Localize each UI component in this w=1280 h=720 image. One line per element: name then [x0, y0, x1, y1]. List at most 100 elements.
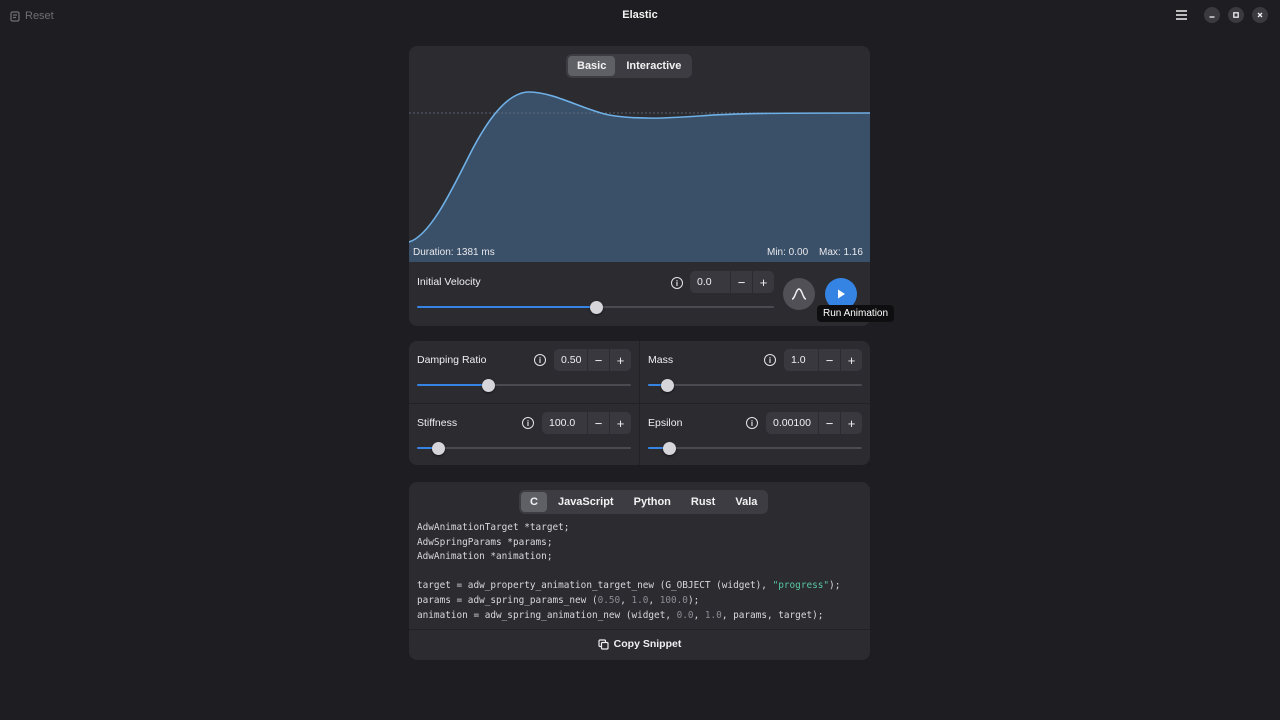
slider-knob[interactable]	[589, 301, 603, 314]
spring-params-card: Damping Ratio i 0.50 − + Mass i 1.0 − + …	[409, 341, 870, 465]
window-controls	[1172, 7, 1268, 23]
minimize-button[interactable]	[1204, 7, 1220, 23]
decrement-button[interactable]: −	[587, 412, 609, 434]
tab-rust[interactable]: Rust	[682, 492, 724, 512]
divider	[409, 403, 870, 404]
bell-curve-icon	[791, 288, 807, 300]
code-text: );	[829, 580, 841, 592]
minimize-icon	[1209, 16, 1215, 18]
code-string: "progress"	[772, 580, 830, 592]
duration-label: Duration: 1381 ms	[413, 247, 495, 258]
slider-knob[interactable]	[432, 442, 446, 455]
tab-python[interactable]: Python	[625, 492, 680, 512]
epsilon-slider[interactable]	[648, 442, 862, 455]
tab-vala[interactable]: Vala	[726, 492, 766, 512]
damping-ratio-label: Damping Ratio	[417, 354, 487, 366]
code-line: animation = adw_spring_animation_new (wi…	[417, 609, 824, 621]
code-number: 100.0	[659, 594, 688, 606]
tab-c[interactable]: C	[521, 492, 547, 512]
curve-preview-button[interactable]	[783, 278, 815, 310]
mass-label: Mass	[648, 354, 674, 366]
initial-velocity-value[interactable]: 0.0	[690, 276, 730, 288]
code-line: AdwAnimationTarget *target;	[417, 522, 570, 533]
code-snippet-card: C JavaScript Python Rust Vala AdwAnimati…	[409, 482, 870, 660]
maximize-button[interactable]	[1228, 7, 1244, 23]
slider-fill	[417, 306, 596, 308]
code-text: animation = adw_spring_animation_new (wi…	[417, 609, 677, 621]
slider-track	[648, 384, 862, 386]
code-line: target = adw_property_animation_target_n…	[417, 579, 840, 594]
run-animation-tooltip: Run Animation	[817, 305, 895, 322]
code-line: AdwAnimation *animation;	[417, 551, 553, 563]
language-switcher: C JavaScript Python Rust Vala	[519, 490, 769, 514]
divider	[409, 629, 870, 630]
min-label: Min: 0.00	[767, 247, 809, 258]
epsilon-label: Epsilon	[648, 417, 683, 429]
code-number: 0.0	[676, 609, 694, 621]
code-text: target = adw_property_animation_target_n…	[417, 580, 773, 592]
code-number: 1.0	[704, 609, 722, 621]
info-icon[interactable]: i	[764, 354, 776, 366]
code-snippet: AdwAnimationTarget *target; AdwSpringPara…	[417, 521, 840, 623]
initial-velocity-label: Initial Velocity	[417, 276, 481, 288]
increment-button[interactable]: +	[609, 349, 631, 371]
graph-mode-switcher: Basic Interactive	[566, 54, 693, 78]
code-text: );	[687, 594, 700, 606]
code-text: params = adw_spring_params_new (	[417, 594, 598, 606]
close-button[interactable]	[1252, 7, 1268, 23]
slider-fill	[417, 384, 488, 386]
main-menu-button[interactable]	[1172, 7, 1190, 23]
mass-slider[interactable]	[648, 379, 862, 392]
code-line: AdwSpringParams *params;	[417, 536, 553, 548]
slider-track	[417, 447, 631, 449]
tab-basic[interactable]: Basic	[568, 56, 616, 76]
stiffness-value[interactable]: 100.0	[542, 417, 587, 429]
damping-ratio-spinbutton[interactable]: 0.50 − +	[554, 349, 631, 371]
code-number: 0.50	[597, 594, 621, 606]
decrement-button[interactable]: −	[818, 349, 840, 371]
initial-velocity-spinbutton[interactable]: 0.0 − +	[690, 271, 774, 293]
header-bar: Reset Elastic	[0, 0, 1280, 30]
tab-javascript[interactable]: JavaScript	[549, 492, 623, 512]
copy-snippet-label: Copy Snippet	[613, 638, 682, 650]
slider-knob[interactable]	[661, 379, 675, 392]
initial-velocity-slider[interactable]	[417, 301, 774, 314]
decrement-button[interactable]: −	[587, 349, 609, 371]
info-icon[interactable]: i	[671, 277, 683, 289]
info-icon[interactable]: i	[522, 417, 534, 429]
increment-button[interactable]: +	[840, 349, 862, 371]
damping-ratio-value[interactable]: 0.50	[554, 354, 587, 366]
maximize-icon	[1233, 12, 1239, 18]
tab-interactive[interactable]: Interactive	[617, 56, 690, 76]
code-text: , params, target);	[721, 609, 824, 621]
graph-card: Basic Interactive Duration: 1381 ms Min:…	[409, 46, 870, 326]
max-label: Max: 1.16	[819, 247, 863, 258]
mass-value[interactable]: 1.0	[784, 354, 818, 366]
close-icon	[1257, 12, 1263, 18]
info-icon[interactable]: i	[746, 417, 758, 429]
stiffness-slider[interactable]	[417, 442, 631, 455]
slider-track	[648, 447, 862, 449]
spring-curve-graph	[409, 91, 870, 262]
increment-button[interactable]: +	[752, 271, 774, 293]
code-line: params = adw_spring_params_new (0.50, 1.…	[417, 594, 700, 606]
epsilon-value[interactable]: 0.00100	[766, 417, 818, 429]
decrement-button[interactable]: −	[730, 271, 752, 293]
slider-knob[interactable]	[663, 442, 677, 455]
increment-button[interactable]: +	[609, 412, 631, 434]
slider-knob[interactable]	[481, 379, 495, 392]
stiffness-spinbutton[interactable]: 100.0 − +	[542, 412, 631, 434]
window-title: Elastic	[622, 9, 658, 21]
damping-ratio-slider[interactable]	[417, 379, 631, 392]
mass-spinbutton[interactable]: 1.0 − +	[784, 349, 862, 371]
decrement-button[interactable]: −	[818, 412, 840, 434]
play-icon	[838, 289, 845, 299]
hamburger-icon	[1175, 10, 1187, 20]
info-icon[interactable]: i	[534, 354, 546, 366]
epsilon-spinbutton[interactable]: 0.00100 − +	[766, 412, 862, 434]
copy-snippet-button[interactable]: Copy Snippet	[409, 638, 870, 650]
increment-button[interactable]: +	[840, 412, 862, 434]
code-number: 1.0	[631, 594, 649, 606]
stiffness-label: Stiffness	[417, 417, 458, 429]
